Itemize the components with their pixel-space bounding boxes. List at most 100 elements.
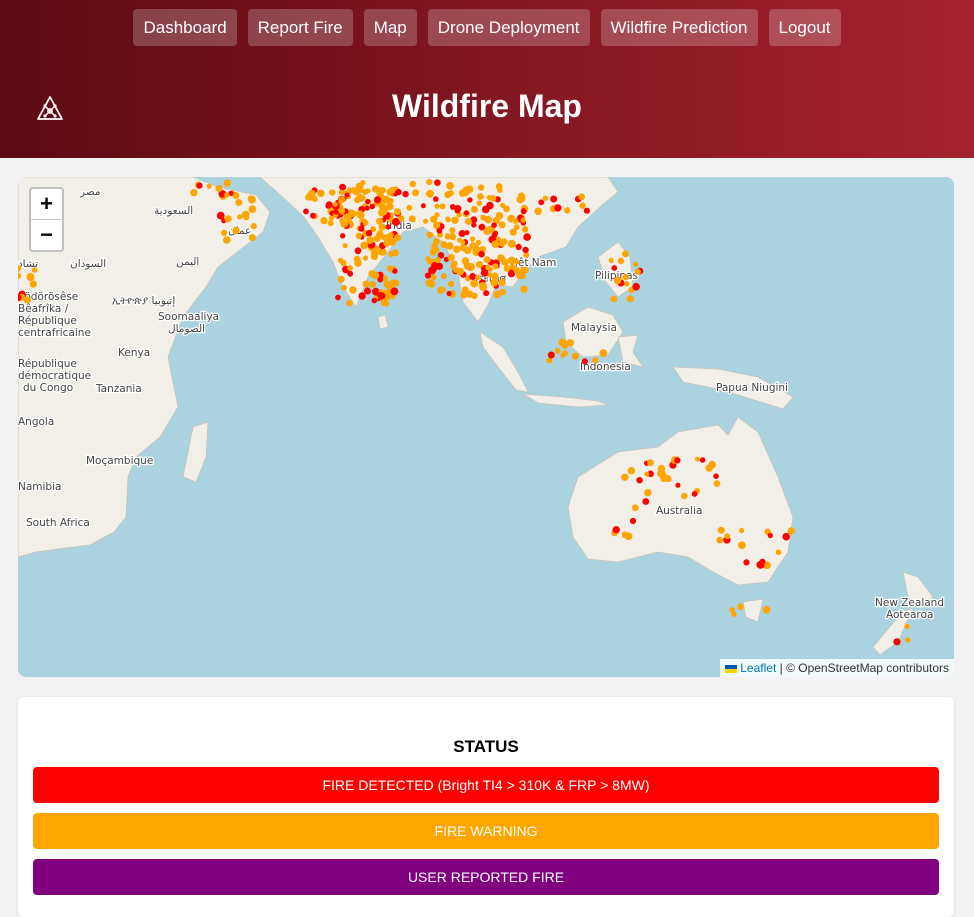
fire-marker[interactable]	[905, 637, 911, 643]
fire-marker[interactable]	[406, 204, 413, 211]
fire-marker[interactable]	[515, 243, 522, 250]
fire-marker[interactable]	[493, 230, 499, 236]
fire-marker[interactable]	[448, 233, 456, 241]
fire-marker[interactable]	[347, 265, 353, 271]
fire-marker[interactable]	[522, 267, 529, 274]
fire-marker[interactable]	[571, 352, 579, 360]
fire-marker[interactable]	[341, 284, 347, 291]
fire-marker[interactable]	[713, 473, 719, 480]
fire-marker[interactable]	[335, 294, 341, 301]
fire-marker[interactable]	[521, 226, 529, 233]
fire-marker[interactable]	[490, 278, 499, 287]
fire-marker[interactable]	[483, 227, 491, 235]
fire-marker[interactable]	[469, 273, 477, 280]
fire-marker[interactable]	[340, 260, 347, 267]
fire-marker[interactable]	[446, 290, 452, 297]
fire-marker[interactable]	[371, 297, 378, 304]
fire-marker[interactable]	[223, 236, 231, 244]
fire-marker[interactable]	[743, 559, 750, 566]
fire-marker[interactable]	[469, 242, 477, 250]
fire-marker[interactable]	[377, 292, 386, 300]
fire-marker[interactable]	[631, 504, 639, 512]
map-canvas[interactable]: مصر السعودية عمان اليمن السودان تشاد ኢትዮ…	[18, 177, 954, 677]
fire-marker[interactable]	[448, 280, 455, 287]
fire-marker[interactable]	[522, 246, 529, 254]
fire-marker[interactable]	[694, 456, 700, 462]
fire-marker[interactable]	[512, 218, 519, 224]
fire-marker[interactable]	[621, 473, 629, 481]
fire-marker[interactable]	[634, 268, 641, 275]
fire-marker[interactable]	[427, 280, 436, 288]
fire-marker[interactable]	[431, 245, 437, 251]
fire-marker[interactable]	[390, 287, 399, 296]
fire-marker[interactable]	[362, 220, 369, 226]
fire-marker[interactable]	[463, 210, 470, 216]
fire-marker[interactable]	[453, 245, 461, 254]
nav-wildfire-prediction-button[interactable]: Wildfire Prediction	[600, 9, 758, 46]
fire-marker[interactable]	[564, 207, 571, 214]
fire-marker[interactable]	[699, 457, 706, 463]
fire-marker[interactable]	[366, 236, 375, 244]
fire-marker[interactable]	[486, 201, 494, 210]
fire-marker[interactable]	[554, 204, 562, 212]
fire-marker[interactable]	[378, 186, 386, 194]
fire-marker[interactable]	[621, 531, 629, 539]
fire-marker[interactable]	[508, 256, 516, 265]
fire-marker[interactable]	[681, 492, 688, 500]
fire-marker[interactable]	[500, 202, 506, 209]
fire-marker[interactable]	[491, 222, 497, 228]
fire-marker[interactable]	[775, 549, 782, 555]
fire-marker[interactable]	[370, 252, 379, 260]
fire-marker[interactable]	[492, 263, 499, 270]
fire-marker[interactable]	[385, 224, 391, 230]
fire-marker[interactable]	[713, 480, 721, 487]
fire-marker[interactable]	[513, 224, 520, 231]
fire-marker[interactable]	[420, 203, 426, 209]
fire-marker[interactable]	[31, 267, 38, 273]
fire-marker[interactable]	[477, 193, 484, 200]
fire-marker[interactable]	[241, 210, 250, 219]
fire-marker[interactable]	[636, 477, 643, 484]
fire-marker[interactable]	[633, 261, 639, 267]
nav-logout-button[interactable]: Logout	[768, 9, 841, 46]
fire-marker[interactable]	[356, 194, 364, 202]
fire-marker[interactable]	[642, 498, 650, 505]
fire-marker[interactable]	[465, 185, 473, 194]
fire-marker[interactable]	[449, 227, 456, 234]
fire-marker[interactable]	[461, 286, 469, 293]
fire-marker[interactable]	[498, 221, 506, 229]
fire-marker[interactable]	[317, 189, 325, 198]
fire-marker[interactable]	[478, 250, 485, 258]
fire-marker[interactable]	[387, 265, 394, 272]
fire-marker[interactable]	[546, 357, 553, 364]
fire-marker[interactable]	[445, 242, 454, 250]
fire-marker[interactable]	[430, 274, 437, 281]
fire-marker[interactable]	[550, 195, 558, 203]
fire-marker[interactable]	[485, 264, 491, 270]
fire-marker[interactable]	[362, 188, 369, 195]
fire-marker[interactable]	[409, 181, 415, 187]
fire-marker[interactable]	[445, 216, 451, 222]
fire-marker[interactable]	[483, 290, 490, 297]
fire-marker[interactable]	[787, 527, 795, 535]
fire-marker[interactable]	[440, 273, 447, 280]
fire-marker[interactable]	[422, 218, 429, 224]
fire-marker[interactable]	[356, 210, 364, 218]
fire-marker[interactable]	[354, 247, 362, 255]
fire-marker[interactable]	[516, 195, 525, 204]
fire-marker[interactable]	[491, 240, 500, 248]
fire-marker[interactable]	[379, 204, 387, 212]
fire-marker[interactable]	[716, 536, 724, 544]
fire-marker[interactable]	[434, 179, 441, 186]
fire-marker[interactable]	[475, 261, 483, 268]
fire-marker[interactable]	[461, 257, 470, 265]
fire-marker[interactable]	[347, 270, 354, 277]
fire-marker[interactable]	[224, 192, 230, 198]
fire-marker[interactable]	[394, 208, 402, 216]
fire-marker[interactable]	[320, 216, 328, 225]
fire-marker[interactable]	[465, 218, 472, 225]
fire-marker[interactable]	[383, 239, 391, 247]
fire-marker[interactable]	[434, 256, 441, 263]
fire-marker[interactable]	[327, 220, 334, 227]
wildfire-map[interactable]: مصر السعودية عمان اليمن السودان تشاد ኢትዮ…	[18, 177, 954, 677]
